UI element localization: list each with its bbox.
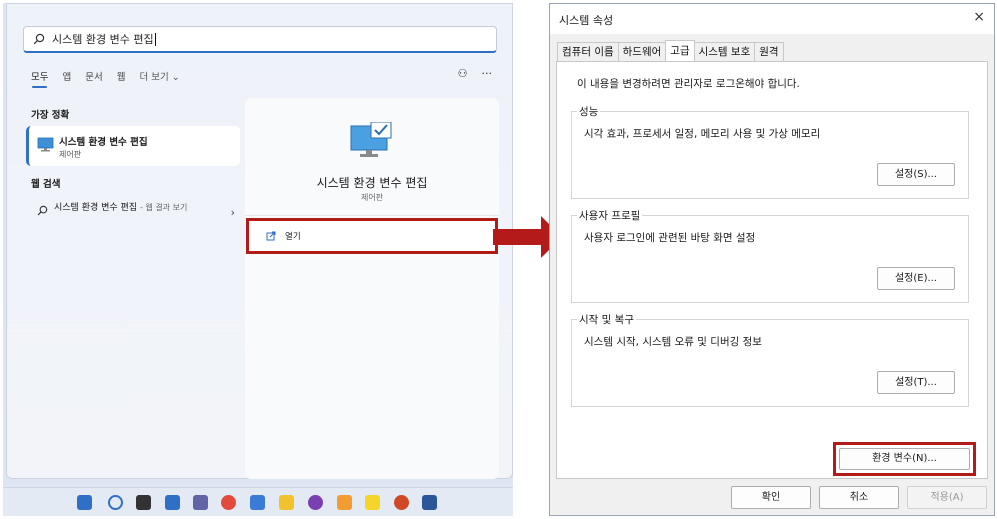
close-icon[interactable]: × — [973, 9, 985, 25]
advanced-tab-page: 이 내용을 변경하려면 관리자로 로그온해야 합니다. 성능 시각 효과, 프로… — [556, 61, 988, 479]
chat-icon[interactable] — [193, 495, 208, 510]
preview-title: 시스템 환경 변수 편집 — [316, 176, 428, 190]
task-view-icon[interactable] — [136, 495, 151, 510]
user-profiles-group: 사용자 프로필 사용자 로그인에 관련된 바탕 화면 설정 설정(E)... — [571, 208, 969, 303]
best-match-title: 시스템 환경 변수 편집 — [59, 137, 148, 148]
user-profiles-settings-button[interactable]: 설정(E)... — [877, 267, 955, 290]
monitor-icon — [37, 137, 54, 152]
web-result-item[interactable]: 시스템 환경 변수 편집 - 웹 결과 보기 › — [31, 200, 241, 230]
kakaotalk-icon[interactable] — [365, 495, 380, 510]
open-external-icon — [266, 231, 276, 241]
dialog-title: 시스템 속성 — [559, 14, 614, 27]
search-icon — [33, 33, 45, 45]
filter-more-label: 더 보기 — [139, 72, 169, 83]
result-preview-pane: 시스템 환경 변수 편집 제어판 열기 — [245, 98, 499, 479]
divider — [245, 215, 499, 216]
startup-recovery-settings-button[interactable]: 설정(T)... — [877, 371, 955, 394]
cancel-button[interactable]: 취소 — [819, 486, 899, 509]
text-caret — [154, 32, 156, 46]
system-properties-dialog: 시스템 속성 × 컴퓨터 이름 하드웨어 고급 시스템 보호 원격 이 내용을 … — [549, 3, 995, 516]
screenshot-root: 시스템 환경 변수 편집 모두 앱 문서 웹 더 보기 ⌄ ⚇ ··· 가장 정… — [0, 0, 997, 519]
filter-apps[interactable]: 앱 — [62, 69, 71, 83]
widgets-icon[interactable] — [165, 495, 180, 510]
filter-web[interactable]: 웹 — [117, 69, 126, 83]
monitor-checkmark-icon — [350, 122, 392, 157]
tab-system-protection[interactable]: 시스템 보호 — [693, 42, 756, 61]
performance-description: 시각 효과, 프로세서 일정, 메모리 사용 및 가상 메모리 — [584, 128, 821, 140]
tab-advanced[interactable]: 고급 — [665, 40, 695, 61]
user-profiles-label: 사용자 프로필 — [577, 208, 643, 223]
dialog-body: 컴퓨터 이름 하드웨어 고급 시스템 보호 원격 이 내용을 변경하려면 관리자… — [550, 34, 994, 515]
startup-recovery-group: 시작 및 복구 시스템 시작, 시스템 오류 및 디버깅 정보 설정(T)... — [571, 312, 969, 407]
startup-recovery-description: 시스템 시작, 시스템 오류 및 디버깅 정보 — [584, 336, 762, 348]
open-label: 열기 — [285, 232, 301, 242]
environment-variables-button[interactable]: 환경 변수(N)... — [839, 448, 970, 470]
start-icon[interactable] — [77, 495, 92, 510]
best-match-heading: 가장 정확 — [31, 110, 70, 121]
app-icon[interactable] — [250, 495, 265, 510]
filter-documents[interactable]: 문서 — [85, 69, 102, 83]
taskbar — [3, 487, 513, 516]
tab-hardware[interactable]: 하드웨어 — [617, 42, 667, 61]
open-action[interactable]: 열기 — [246, 218, 498, 254]
filter-actions: ⚇ ··· — [458, 67, 492, 80]
web-result-title: 시스템 환경 변수 편집 — [54, 203, 138, 213]
filter-more[interactable]: 더 보기 ⌄ — [139, 69, 179, 83]
preview-subtitle: 제어판 — [360, 193, 384, 202]
apply-button[interactable]: 적용(A) — [907, 486, 987, 509]
user-profiles-description: 사용자 로그인에 관련된 바탕 화면 설정 — [584, 232, 756, 244]
powerpoint-icon[interactable] — [394, 495, 409, 510]
account-icon[interactable]: ⚇ — [458, 67, 468, 80]
best-match-item[interactable]: 시스템 환경 변수 편집 제어판 — [26, 126, 240, 166]
tab-computer-name[interactable]: 컴퓨터 이름 — [557, 42, 619, 61]
env-button-highlight: 환경 변수(N)... — [833, 442, 976, 476]
search-input[interactable]: 시스템 환경 변수 편집 — [23, 26, 497, 53]
more-options-icon[interactable]: ··· — [482, 67, 493, 80]
github-icon[interactable] — [308, 495, 323, 510]
web-search-heading: 웹 검색 — [31, 179, 61, 190]
ok-button[interactable]: 확인 — [731, 486, 811, 509]
search-panel: 시스템 환경 변수 편집 모두 앱 문서 웹 더 보기 ⌄ ⚇ ··· 가장 정… — [6, 3, 513, 479]
performance-settings-button[interactable]: 설정(S)... — [877, 163, 955, 186]
web-result-suffix: - 웹 결과 보기 — [139, 203, 188, 212]
filter-all[interactable]: 모두 — [31, 69, 48, 88]
app-icon[interactable] — [337, 495, 352, 510]
word-icon[interactable] — [422, 495, 437, 510]
windows-search-screenshot: 시스템 환경 변수 편집 모두 앱 문서 웹 더 보기 ⌄ ⚇ ··· 가장 정… — [3, 3, 513, 516]
search-query: 시스템 환경 변수 편집 — [52, 33, 154, 46]
performance-group: 성능 시각 효과, 프로세서 일정, 메모리 사용 및 가상 메모리 설정(S)… — [571, 104, 969, 199]
search-icon — [37, 205, 48, 216]
web-result-text: 시스템 환경 변수 편집 - 웹 결과 보기 — [54, 201, 214, 215]
startup-recovery-label: 시작 및 복구 — [577, 312, 636, 327]
file-explorer-icon[interactable] — [279, 495, 294, 510]
chevron-right-icon: › — [230, 206, 235, 219]
search-filters: 모두 앱 문서 웹 더 보기 ⌄ — [31, 69, 180, 88]
performance-label: 성능 — [577, 104, 601, 119]
chrome-icon[interactable] — [221, 495, 236, 510]
chevron-down-icon: ⌄ — [171, 72, 180, 83]
best-match-subtitle: 제어판 — [59, 150, 82, 159]
tab-strip: 컴퓨터 이름 하드웨어 고급 시스템 보호 원격 — [557, 40, 784, 61]
tab-remote[interactable]: 원격 — [754, 42, 784, 61]
admin-notice: 이 내용을 변경하려면 관리자로 로그온해야 합니다. — [577, 78, 800, 90]
search-icon[interactable] — [108, 495, 123, 510]
